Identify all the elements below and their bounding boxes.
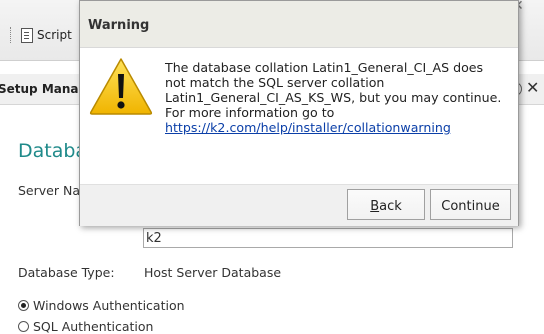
windows-auth-radio[interactable]: Windows Authentication <box>18 298 185 313</box>
dialog-titlebar: Warning <box>80 1 518 48</box>
script-button[interactable]: Script ▼ <box>10 25 89 45</box>
script-button-label: Script <box>37 28 72 42</box>
script-document-icon <box>21 27 33 43</box>
database-type-label: Database Type: <box>18 265 115 280</box>
back-button-mnemonic: B <box>370 199 380 214</box>
continue-button[interactable]: Continue <box>430 189 511 220</box>
server-name-label: Server Na <box>18 183 80 198</box>
close-icon[interactable]: ✕ <box>526 78 539 97</box>
message-text: The database collation Latin1_General_CI… <box>165 60 502 120</box>
windows-auth-label: Windows Authentication <box>33 298 185 313</box>
radio-unselected-icon[interactable] <box>18 321 29 332</box>
sql-auth-label: SQL Authentication <box>33 319 154 334</box>
dialog-footer: Back Continue <box>80 184 518 226</box>
dialog-message: The database collation Latin1_General_CI… <box>165 60 505 135</box>
dialog-body: The database collation Latin1_General_CI… <box>80 48 518 184</box>
collation-warning-link[interactable]: https://k2.com/help/installer/collationw… <box>165 120 451 135</box>
setup-manager-title: Setup Manag <box>0 82 88 96</box>
warning-dialog: Warning The database collation Latin1_Ge… <box>79 0 519 226</box>
instance-field[interactable]: k2 <box>143 228 513 248</box>
sql-auth-radio[interactable]: SQL Authentication <box>18 319 153 334</box>
toolbar-separator <box>10 27 13 43</box>
radio-selected-icon[interactable] <box>18 300 29 311</box>
warning-triangle-icon <box>89 58 153 115</box>
dialog-title: Warning <box>88 18 150 33</box>
back-button[interactable]: Back <box>347 189 425 220</box>
database-type-value: Host Server Database <box>144 265 282 280</box>
